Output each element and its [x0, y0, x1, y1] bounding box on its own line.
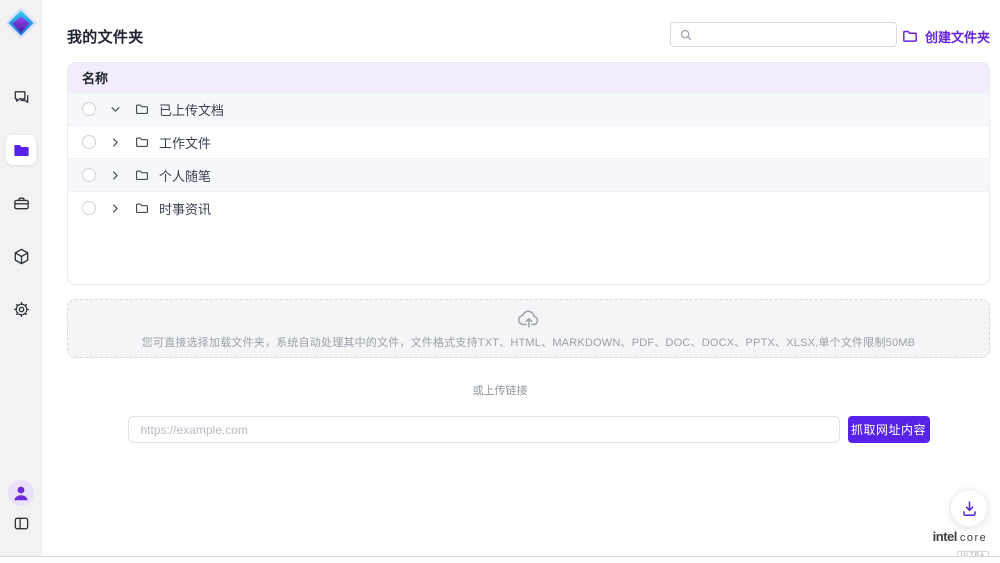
sidebar-item-settings[interactable] — [6, 294, 36, 324]
window-bottom-edge — [0, 556, 1000, 563]
row-checkbox[interactable] — [82, 201, 96, 215]
cube-icon — [12, 247, 31, 266]
search-box[interactable] — [670, 22, 897, 47]
sidebar-item-folders[interactable] — [6, 135, 36, 165]
sidebar-item-models[interactable] — [6, 241, 36, 271]
url-upload-row: 抓取网址内容 — [67, 416, 990, 443]
chevron-right-icon[interactable] — [109, 169, 122, 182]
briefcase-icon — [12, 194, 31, 213]
folder-icon — [135, 201, 149, 215]
folder-name: 已上传文档 — [159, 100, 224, 119]
folders-table: 名称 已上传文档 工作文件 个人随笔 — [67, 62, 990, 285]
search-icon — [679, 28, 693, 42]
folder-icon — [135, 135, 149, 149]
create-folder-label: 创建文件夹 — [925, 27, 990, 46]
intel-wordmark: intel — [933, 529, 957, 544]
chevron-right-icon[interactable] — [109, 103, 122, 116]
row-checkbox[interactable] — [82, 168, 96, 182]
folder-icon — [135, 102, 149, 116]
app-logo-gem-icon[interactable] — [4, 6, 38, 40]
cloud-upload-icon — [516, 307, 542, 329]
folder-name: 时事资讯 — [159, 199, 211, 218]
row-checkbox[interactable] — [82, 102, 96, 116]
folder-row-uploaded-docs[interactable]: 已上传文档 — [68, 92, 989, 125]
fetch-url-button[interactable]: 抓取网址内容 — [848, 416, 930, 443]
create-folder-button[interactable]: 创建文件夹 — [902, 26, 990, 46]
core-wordmark: core — [960, 532, 987, 544]
folder-name: 个人随笔 — [159, 166, 211, 185]
upload-hint-text: 您可直接选择加载文件夹，系统自动处理其中的文件，文件格式支持TXT、HTML、M… — [142, 334, 915, 350]
sidebar-bottom — [8, 480, 34, 534]
search-input[interactable] — [699, 28, 888, 42]
gear-icon — [12, 300, 31, 319]
chevron-right-icon[interactable] — [109, 136, 122, 149]
folder-icon — [12, 141, 31, 160]
sidebar-item-chat[interactable] — [6, 82, 36, 112]
download-icon — [960, 499, 979, 518]
page-title: 我的文件夹 — [67, 26, 144, 47]
user-avatar[interactable] — [8, 480, 34, 506]
name-column-header: 名称 — [82, 68, 108, 87]
folder-icon — [135, 168, 149, 182]
upload-dropzone[interactable]: 您可直接选择加载文件夹，系统自动处理其中的文件，文件格式支持TXT、HTML、M… — [67, 299, 990, 358]
sidebar-nav — [6, 82, 36, 324]
sidebar — [0, 0, 42, 556]
folder-name: 工作文件 — [159, 133, 211, 152]
folder-plus-icon — [902, 28, 918, 44]
collapse-panel-icon[interactable] — [11, 513, 32, 534]
chat-icon — [12, 88, 31, 107]
url-input[interactable] — [128, 416, 840, 443]
sidebar-item-workspace[interactable] — [6, 188, 36, 218]
table-header-row: 名称 — [68, 63, 989, 92]
folder-row-news[interactable]: 时事资讯 — [68, 191, 989, 224]
chevron-right-icon[interactable] — [109, 202, 122, 215]
row-checkbox[interactable] — [82, 135, 96, 149]
folder-row-work-files[interactable]: 工作文件 — [68, 125, 989, 158]
download-fab-button[interactable] — [950, 489, 988, 527]
folder-row-personal-notes[interactable]: 个人随笔 — [68, 158, 989, 191]
or-upload-link-label: 或上传链接 — [0, 382, 1000, 398]
